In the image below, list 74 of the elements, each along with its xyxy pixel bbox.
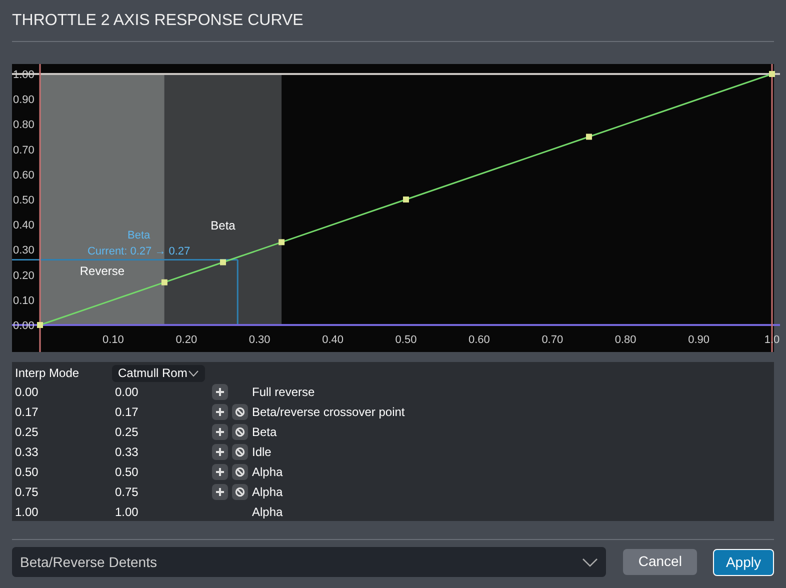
y-tick-label: 0.50 [13, 194, 34, 206]
cancel-button[interactable]: Cancel [623, 548, 697, 574]
remove-point-button[interactable] [232, 464, 248, 480]
x-tick-label: 0.50 [395, 334, 417, 346]
y-tick-label: 0.90 [13, 94, 34, 106]
input-value: 0.17 [14, 404, 40, 421]
input-value: 0.50 [14, 464, 40, 481]
point-label: Alpha [252, 464, 283, 481]
output-value: 0.75 [114, 484, 140, 501]
output-value: 1.00 [114, 504, 140, 521]
chevron-down-icon [582, 558, 598, 566]
x-tick-label: 0.30 [248, 334, 270, 346]
plus-icon [215, 447, 225, 457]
band-label: Beta [210, 218, 236, 233]
output-value: 0.17 [114, 404, 140, 421]
preset-dropdown[interactable]: Beta/Reverse Detents [12, 547, 606, 577]
input-value: 0.25 [14, 424, 40, 441]
plus-icon [215, 467, 225, 477]
x-tick-label: 0.80 [614, 334, 636, 346]
band-label: Reverse [80, 264, 125, 278]
input-value: 0.75 [14, 484, 40, 501]
plus-icon [215, 407, 225, 417]
y-tick-label: 0.40 [13, 220, 34, 232]
add-point-button[interactable] [212, 404, 228, 420]
x-tick-label: 0.70 [542, 334, 564, 346]
point-label: Beta [252, 424, 277, 441]
plus-icon [215, 487, 225, 497]
point-label: Full reverse [252, 384, 315, 401]
point-label: Alpha [252, 484, 283, 501]
input-value: 0.33 [14, 444, 40, 461]
apply-button[interactable]: Apply [712, 548, 774, 576]
y-tick-label: 0.60 [13, 169, 34, 182]
prohibited-icon [235, 447, 245, 457]
add-point-button[interactable] [212, 424, 228, 440]
output-value: 0.33 [114, 444, 140, 461]
input-value: 0.00 [14, 384, 40, 401]
x-tick-label: 0.90 [688, 334, 710, 346]
add-point-button[interactable] [212, 384, 228, 400]
y-tick-label: 0.30 [13, 244, 34, 257]
output-value: 0.00 [114, 384, 140, 401]
remove-point-button[interactable] [232, 484, 248, 500]
prohibited-icon [235, 407, 245, 417]
x-tick-label: 0.10 [102, 334, 124, 346]
x-tick-label: 0.40 [322, 334, 344, 346]
y-tick-label: 0.80 [13, 119, 34, 132]
remove-point-button[interactable] [232, 404, 248, 420]
remove-point-button[interactable] [232, 424, 248, 440]
point-label: Beta/reverse crossover point [252, 404, 405, 421]
point-label: Idle [252, 444, 272, 461]
plus-icon [215, 387, 225, 397]
prohibited-icon [235, 467, 245, 477]
interp-mode-dropdown[interactable]: Catmull Rom [112, 364, 206, 382]
output-value: 0.25 [114, 424, 140, 441]
prohibited-icon [235, 487, 245, 497]
output-value: 0.50 [114, 464, 140, 481]
chevron-down-icon [188, 370, 200, 376]
y-tick-label: 0.20 [13, 270, 34, 282]
input-value: 1.00 [14, 504, 40, 521]
add-point-button[interactable] [212, 444, 228, 460]
plus-icon [215, 427, 225, 437]
y-tick-label: 0.10 [13, 294, 34, 307]
x-tick-label: 0.20 [176, 334, 198, 346]
x-tick-label: 0.60 [468, 334, 490, 346]
add-point-button[interactable] [212, 464, 228, 480]
window-title: THROTTLE 2 AXIS RESPONSE CURVE [11, 11, 304, 31]
point-label: Alpha [252, 504, 283, 521]
prohibited-icon [235, 427, 245, 437]
crosshair-label: Current: 0.27 → 0.27 [87, 246, 190, 258]
y-tick-label: 0.70 [13, 144, 34, 156]
remove-point-button[interactable] [232, 444, 248, 460]
curve-point[interactable] [278, 239, 285, 246]
interp-mode-label: Interp Mode [14, 365, 80, 382]
crosshair-label: Beta [128, 230, 150, 242]
add-point-button[interactable] [212, 484, 228, 500]
